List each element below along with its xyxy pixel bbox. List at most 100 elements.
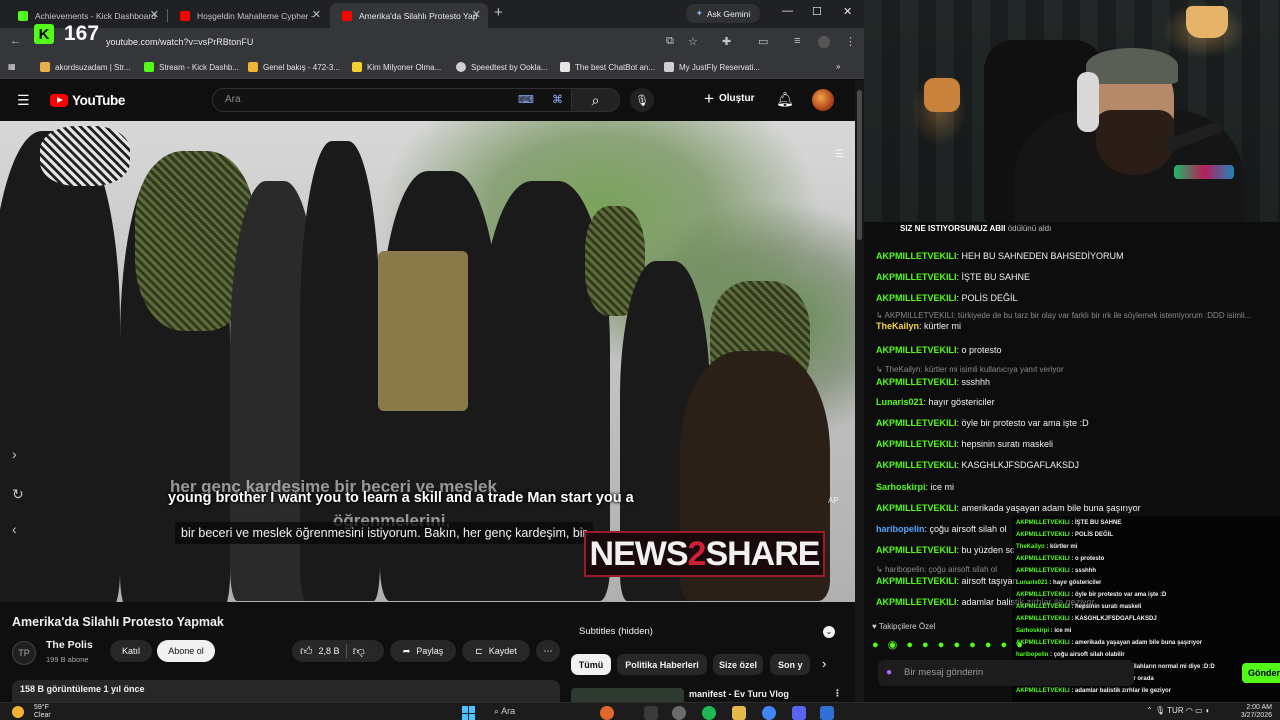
chip-all[interactable]: Tümü bbox=[571, 654, 611, 675]
app-icon[interactable] bbox=[820, 706, 834, 720]
chat-username[interactable]: Sarhoskirpi bbox=[876, 482, 926, 492]
subtitles-panel-header[interactable]: Subtitles (hidden) ⌄ bbox=[571, 621, 841, 643]
discord-icon[interactable] bbox=[792, 706, 806, 720]
keyboard-icon[interactable]: ⌨ bbox=[518, 93, 534, 106]
mic-tray-icon[interactable]: 🎙︎ bbox=[1155, 706, 1165, 715]
more-icon[interactable]: ⋮ bbox=[833, 688, 842, 699]
close-tab-icon[interactable]: ✕ bbox=[472, 8, 481, 21]
chat-reply-line[interactable]: ↳ haribopelin: çoğu airsoft silah ol bbox=[876, 565, 997, 574]
ask-gemini-button[interactable]: ✦ Ask Gemini bbox=[686, 4, 760, 23]
maximize-icon[interactable]: ☐ bbox=[812, 5, 822, 18]
bookmark-item[interactable]: Genel bakış - 472-3... bbox=[248, 62, 340, 72]
app-icon[interactable] bbox=[600, 706, 614, 720]
hamburger-menu-icon[interactable]: ☰ bbox=[17, 92, 30, 109]
chat-message[interactable]: AKPMILLETVEKILI: POLİS DEĞİL bbox=[876, 293, 1018, 303]
install-app-icon[interactable]: ⧉ bbox=[666, 35, 674, 48]
chat-username[interactable]: haribopelin bbox=[885, 565, 924, 574]
video-description-box[interactable]: 158 B görüntüleme 1 yıl önce bbox=[12, 680, 560, 702]
chat-username[interactable]: AKPMILLETVEKILI bbox=[876, 272, 957, 282]
voice-search-button[interactable]: 🎙 bbox=[630, 88, 654, 112]
chat-username[interactable]: AKPMILLETVEKILI bbox=[876, 293, 957, 303]
wifi-icon[interactable]: ◠ bbox=[1186, 706, 1193, 715]
taskbar-clock[interactable]: 2:00 AM 3/27/2026 bbox=[1232, 704, 1272, 720]
chip-for-you[interactable]: Size özel bbox=[713, 654, 763, 675]
tab-youtube-active[interactable]: Amerika'da Silahlı Protesto Yap ✕ bbox=[330, 3, 488, 28]
page-scrollbar[interactable] bbox=[855, 80, 864, 702]
tray-chevron-icon[interactable]: ⌃ bbox=[1146, 706, 1153, 715]
share-button[interactable]: ➦ Paylaş bbox=[390, 640, 456, 662]
chat-message[interactable]: AKPMILLETVEKILI: o protesto bbox=[876, 345, 1002, 355]
tab-youtube-cypher[interactable]: Hoşgeldin Mahalleme Cypher - ✕ bbox=[168, 3, 328, 28]
chrome-icon[interactable] bbox=[762, 706, 776, 720]
bookmark-item[interactable]: akordsuzadam | Str... bbox=[40, 62, 130, 72]
chat-message[interactable]: AKPMILLETVEKILI: ssshhh bbox=[876, 377, 990, 387]
microphone-icon[interactable]: ● bbox=[886, 660, 892, 686]
chat-username[interactable]: AKPMILLETVEKILI bbox=[876, 251, 957, 261]
youtube-logo[interactable]: YouTube bbox=[50, 93, 125, 108]
search-button[interactable]: ⌕ bbox=[572, 88, 620, 112]
close-tab-icon[interactable]: ✕ bbox=[150, 8, 159, 21]
notifications-bell-icon[interactable]: 🔔︎ bbox=[776, 91, 794, 108]
bookmark-item[interactable]: My JustFly Reservati... bbox=[664, 62, 760, 72]
chat-message[interactable]: AKPMILLETVEKILI: KASGHLKJFSDGAFLAKSDJ bbox=[876, 460, 1079, 470]
profile-avatar-icon[interactable] bbox=[818, 36, 830, 48]
task-view-icon[interactable] bbox=[644, 706, 658, 720]
weather-widget[interactable]: 59°F Clear bbox=[12, 704, 51, 720]
minimize-icon[interactable]: — bbox=[782, 5, 793, 17]
extensions-icon[interactable]: ✚ bbox=[722, 35, 731, 48]
create-button[interactable]: + Oluştur bbox=[704, 90, 755, 107]
chip-recent[interactable]: Son y bbox=[770, 654, 810, 675]
chat-message-input[interactable]: ● Bir mesaj gönderin bbox=[878, 660, 1134, 686]
like-count[interactable]: 2,8 B bbox=[319, 646, 340, 656]
translate-icon[interactable]: ⌘ bbox=[552, 93, 563, 106]
reading-list-icon[interactable]: ≡ bbox=[794, 35, 800, 47]
chat-username[interactable]: AKPMILLETVEKILI bbox=[884, 311, 953, 320]
chat-message[interactable]: Sarhoskirpi: ice mi bbox=[876, 482, 954, 492]
video-menu-icon[interactable]: ☰ bbox=[835, 149, 844, 160]
chat-username[interactable]: AKPMILLETVEKILI bbox=[876, 345, 957, 355]
chat-message[interactable]: TheKailyn: kürtler mi bbox=[876, 321, 961, 331]
browser-menu-icon[interactable]: ⋮ bbox=[845, 35, 856, 48]
chat-message[interactable]: haribopelin: çoğu airsoft silah ol bbox=[876, 524, 1007, 534]
chat-username[interactable]: TheKailyn bbox=[876, 321, 919, 331]
new-tab-button[interactable]: + bbox=[494, 4, 503, 21]
chat-reply-line[interactable]: ↳ TheKailyn: kürtler mi isimli kullanıcı… bbox=[876, 365, 1064, 374]
chat-username[interactable]: AKPMILLETVEKILI bbox=[876, 418, 957, 428]
chat-message[interactable]: AKPMILLETVEKILI: İŞTE BU SAHNE bbox=[876, 272, 1030, 282]
chat-username[interactable]: AKPMILLETVEKILI bbox=[876, 503, 957, 513]
spotify-icon[interactable] bbox=[702, 706, 716, 720]
back-chevron-icon[interactable]: ‹ bbox=[12, 521, 17, 537]
close-window-icon[interactable]: ✕ bbox=[843, 5, 852, 18]
avatar[interactable] bbox=[812, 89, 834, 111]
chat-message[interactable]: AKPMILLETVEKILI: hepsinin suratı maskeli bbox=[876, 439, 1053, 449]
battery-icon[interactable]: ▭ bbox=[1195, 706, 1203, 715]
chat-message[interactable]: AKPMILLETVEKILI: airsoft taşıyan bbox=[876, 576, 1018, 586]
chat-username[interactable]: Lunaris021 bbox=[876, 397, 924, 407]
file-explorer-icon[interactable] bbox=[732, 706, 746, 720]
chat-username[interactable]: AKPMILLETVEKILI bbox=[876, 576, 957, 586]
chat-username[interactable]: AKPMILLETVEKILI bbox=[876, 597, 957, 607]
chat-message[interactable]: AKPMILLETVEKILI: bu yüzden sc bbox=[876, 545, 1015, 555]
system-tray[interactable]: ⌃ 🎙︎ TUR ◠ ▭ ◖ bbox=[1146, 706, 1210, 715]
join-button[interactable]: Katıl bbox=[110, 640, 152, 662]
tab-search-icon[interactable]: ▭ bbox=[758, 35, 768, 48]
chat-username[interactable]: haribopelin bbox=[876, 524, 925, 534]
bookmarks-overflow-icon[interactable]: » bbox=[836, 62, 840, 71]
bookmark-item[interactable]: The best ChatBot an... bbox=[560, 62, 655, 72]
subscribe-button[interactable]: Abone ol bbox=[157, 640, 215, 662]
chat-username[interactable]: AKPMILLETVEKILI bbox=[876, 439, 957, 449]
chat-username[interactable]: AKPMILLETVEKILI bbox=[876, 460, 957, 470]
chat-reply-line[interactable]: ↳ AKPMILLETVEKILI: türkiyede de bu tarz … bbox=[876, 311, 1251, 320]
save-button[interactable]: ⊏ Kaydet bbox=[462, 640, 530, 662]
recommended-video-item[interactable]: manifest - Ev Turu Vlog ⋮ bbox=[571, 688, 842, 702]
chips-next-chevron-icon[interactable]: › bbox=[822, 656, 826, 671]
scrollbar-thumb[interactable] bbox=[857, 90, 862, 240]
chat-message[interactable]: AKPMILLETVEKILI: amerikada yaşayan adam … bbox=[876, 503, 1141, 513]
bookmark-item[interactable]: Speedtest by Ookla... bbox=[456, 62, 548, 72]
chat-username[interactable]: AKPMILLETVEKILI bbox=[876, 377, 957, 387]
app-icon[interactable] bbox=[672, 706, 686, 720]
replay-icon[interactable]: ↻ bbox=[12, 486, 24, 503]
channel-name[interactable]: The Polis bbox=[46, 639, 93, 651]
address-bar[interactable]: youtube.com/watch?v=vsPrRBtonFU bbox=[96, 32, 682, 53]
chip-politics-news[interactable]: Politika Haberleri bbox=[617, 654, 707, 675]
